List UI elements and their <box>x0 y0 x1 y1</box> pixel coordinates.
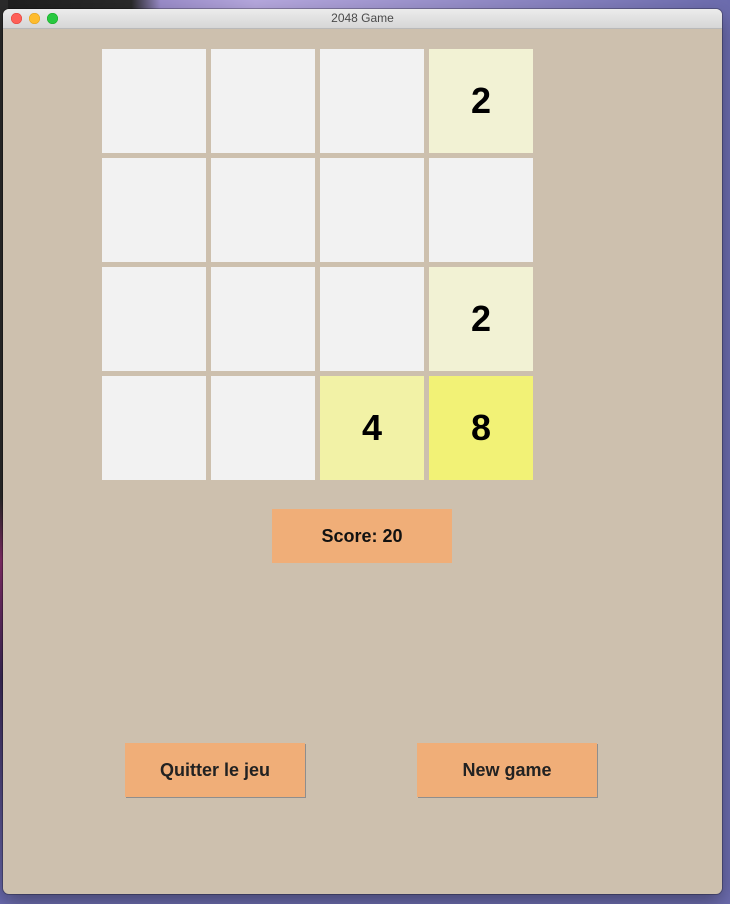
tile <box>211 158 315 262</box>
tile: 8 <box>429 376 533 480</box>
title-bar[interactable]: 2048 Game <box>3 9 722 29</box>
game-window: 2048 Game 2 2 4 8 Score: 20 Quitter le j… <box>3 9 722 894</box>
score-display: Score: 20 <box>272 509 452 563</box>
game-board: 2 2 4 8 <box>102 49 533 480</box>
tile <box>429 158 533 262</box>
tile: 2 <box>429 49 533 153</box>
tile <box>320 158 424 262</box>
quit-game-button[interactable]: Quitter le jeu <box>125 743 305 797</box>
tile <box>211 49 315 153</box>
tile <box>102 376 206 480</box>
tile <box>211 267 315 371</box>
tile <box>102 158 206 262</box>
tile <box>320 267 424 371</box>
tile <box>320 49 424 153</box>
window-title: 2048 Game <box>331 11 394 25</box>
tile <box>102 267 206 371</box>
tile: 4 <box>320 376 424 480</box>
tile: 2 <box>429 267 533 371</box>
tile <box>211 376 315 480</box>
tile <box>102 49 206 153</box>
new-game-button[interactable]: New game <box>417 743 597 797</box>
